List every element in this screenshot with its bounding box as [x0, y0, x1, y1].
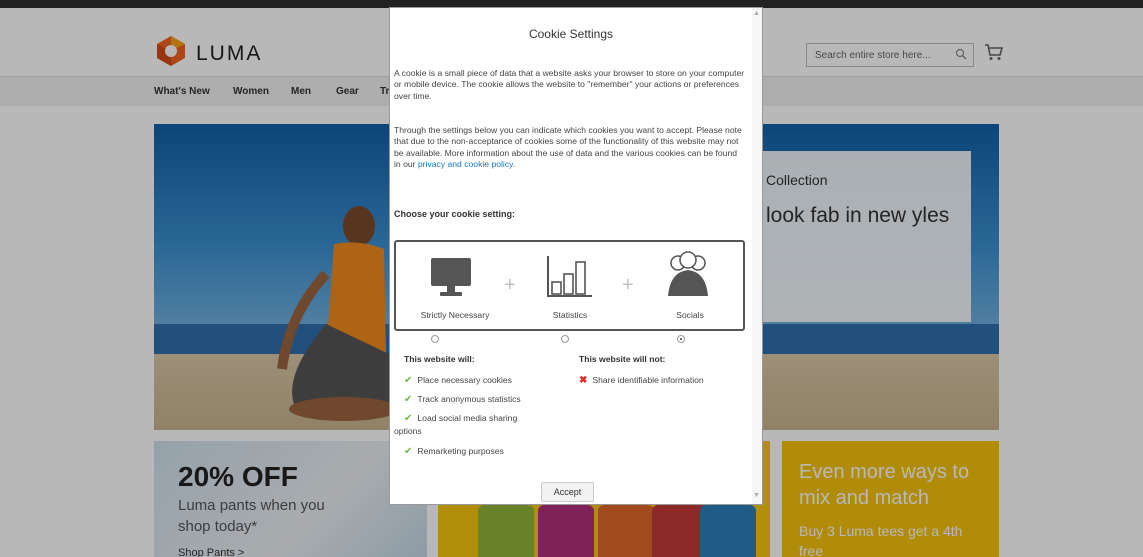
cookie-settings-dialog: Cookie Settings A cookie is a small piec… — [389, 7, 763, 505]
scroll-down-icon[interactable]: ▼ — [753, 492, 760, 499]
will-item: ✔ Remarketing purposes — [404, 445, 554, 458]
radio-socials[interactable] — [677, 335, 685, 343]
option-label-socials[interactable]: Socials — [642, 310, 738, 320]
will-heading: This website will: — [404, 354, 475, 364]
dialog-title: Cookie Settings — [528, 27, 614, 41]
scroll-up-icon[interactable]: ▲ — [753, 10, 760, 17]
check-icon: ✔ — [404, 375, 413, 386]
cookie-intro-text: A cookie is a small piece of data that a… — [394, 68, 745, 101]
will-item-text: Track anonymous statistics — [417, 394, 521, 404]
will-item: ✔ Load social media sharing options — [394, 412, 544, 437]
option-label-strictly-necessary[interactable]: Strictly Necessary — [406, 310, 504, 320]
radio-statistics[interactable] — [561, 335, 569, 343]
cross-icon: ✖ — [579, 375, 588, 386]
choose-setting-label: Choose your cookie setting: — [394, 209, 516, 219]
will-not-heading: This website will not: — [579, 354, 666, 364]
will-not-item-text: Share identifiable information — [592, 375, 704, 385]
monitor-icon[interactable] — [430, 256, 472, 298]
check-icon: ✔ — [404, 394, 413, 405]
check-icon: ✔ — [404, 446, 413, 457]
accept-button[interactable]: Accept — [541, 482, 594, 502]
privacy-policy-link[interactable]: privacy and cookie policy — [418, 159, 513, 169]
option-label-statistics[interactable]: Statistics — [522, 310, 618, 320]
people-icon[interactable] — [666, 250, 710, 298]
cookie-settings-text: Through the settings below you can indic… — [394, 125, 746, 170]
plus-icon: + — [504, 274, 516, 296]
plus-icon: + — [622, 274, 634, 296]
will-item-text: Remarketing purposes — [417, 446, 504, 456]
settings-text-end: . — [512, 158, 516, 169]
will-item-text: Load social media sharing options — [394, 413, 518, 436]
radio-strictly-necessary[interactable] — [431, 335, 439, 343]
bar-chart-icon[interactable] — [546, 254, 594, 298]
will-item: ✔ Place necessary cookies — [404, 374, 554, 387]
will-not-item: ✖ Share identifiable information — [579, 374, 749, 387]
cookie-options-box: + + Strictly Necessary Statistics Social… — [394, 240, 745, 331]
will-item-text: Place necessary cookies — [417, 375, 512, 385]
check-icon: ✔ — [404, 413, 413, 424]
dialog-scrollbar[interactable]: ▲ ▼ — [752, 8, 762, 504]
will-item: ✔ Track anonymous statistics — [404, 393, 554, 406]
